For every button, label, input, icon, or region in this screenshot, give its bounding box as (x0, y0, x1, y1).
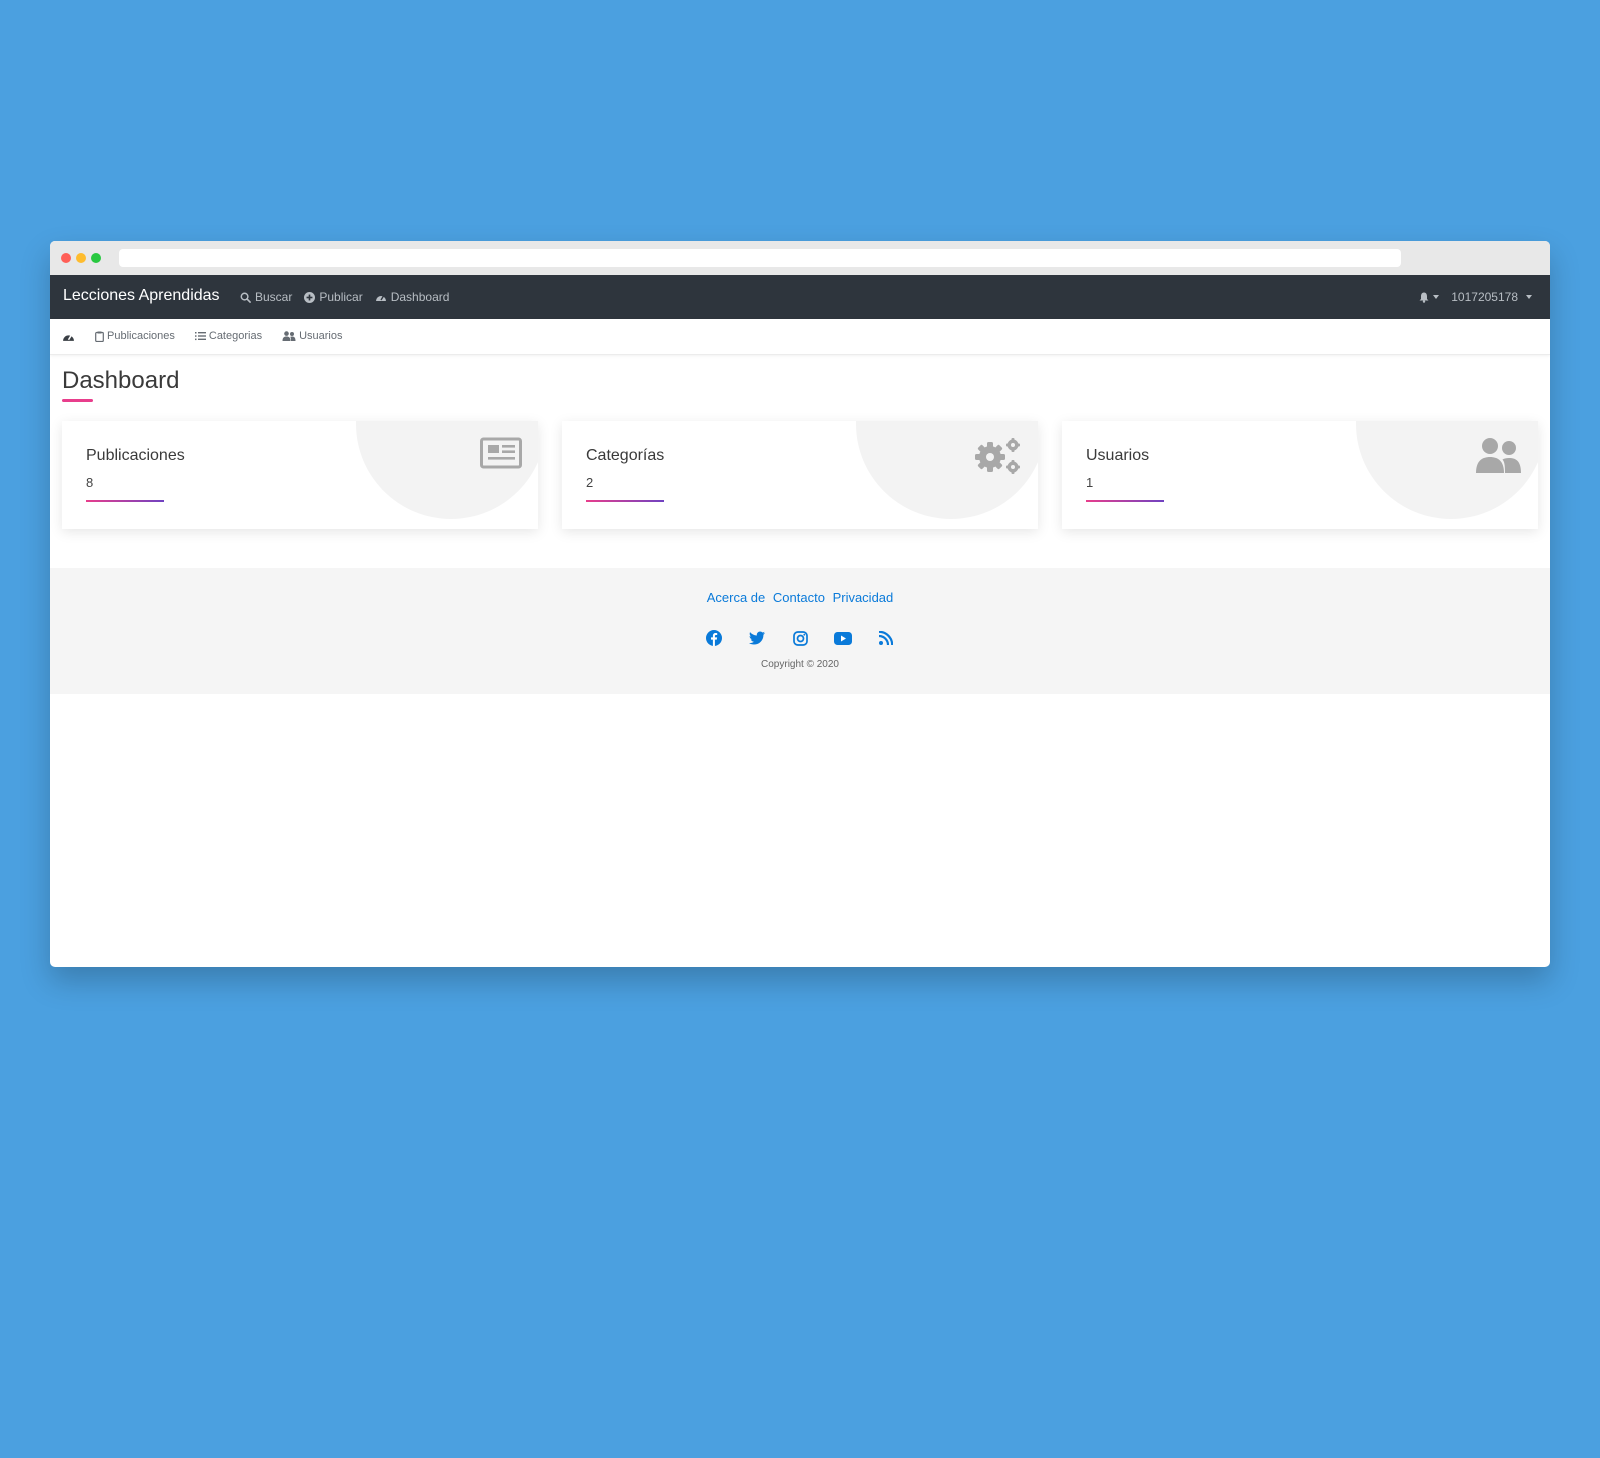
maximize-window-button[interactable] (91, 253, 101, 263)
rss-icon[interactable] (877, 629, 895, 647)
chevron-down-icon (1526, 295, 1532, 299)
subnav-label: Publicaciones (107, 330, 175, 342)
nav-link-publicar[interactable]: Publicar (304, 290, 363, 304)
instagram-icon[interactable] (791, 629, 809, 647)
card-accent-bar (1086, 500, 1164, 502)
subnav-categorias[interactable]: Categorias (194, 330, 263, 342)
social-links (50, 629, 1550, 647)
users-icon (282, 331, 296, 341)
secondary-nav: Publicaciones Categorias Usuarios (50, 319, 1550, 355)
user-dropdown[interactable]: 1017205178 (1451, 290, 1532, 304)
clipboard-icon (95, 331, 104, 342)
tachometer-icon (375, 295, 386, 301)
stat-card-publicaciones[interactable]: Publicaciones 8 (62, 421, 538, 529)
list-icon (194, 332, 206, 341)
card-value: 2 (586, 475, 594, 490)
minimize-window-button[interactable] (76, 253, 86, 263)
card-accent-bar (86, 500, 164, 502)
nav-link-label: Dashboard (390, 290, 450, 304)
browser-chrome (50, 241, 1550, 275)
nav-link-label: Publicar (319, 290, 363, 304)
top-navbar: Lecciones Aprendidas Buscar Publicar Das… (50, 275, 1550, 319)
search-icon (240, 292, 251, 303)
footer-links: Acerca de Contacto Privacidad (50, 590, 1550, 605)
copyright-text: Copyright © 2020 (761, 659, 839, 670)
subnav-label: Usuarios (299, 330, 343, 342)
twitter-icon[interactable] (748, 629, 766, 647)
nav-link-dashboard[interactable]: Dashboard (375, 290, 450, 304)
bell-icon (1419, 292, 1429, 303)
footer-link-contacto[interactable]: Contacto (773, 590, 825, 605)
users-icon (1476, 438, 1521, 473)
newspaper-icon (480, 437, 522, 469)
plus-circle-icon (304, 291, 316, 303)
subnav-usuarios[interactable]: Usuarios (282, 330, 342, 342)
facebook-icon[interactable] (705, 629, 723, 647)
stat-card-usuarios[interactable]: Usuarios 1 (1062, 421, 1538, 529)
page-footer: Acerca de Contacto Privacidad Copyright … (50, 568, 1550, 694)
card-title: Publicaciones (86, 447, 185, 464)
card-value: 8 (86, 475, 94, 490)
subnav-publicaciones[interactable]: Publicaciones (95, 330, 175, 342)
username: 1017205178 (1451, 290, 1518, 304)
nav-link-label: Buscar (255, 290, 293, 304)
card-title: Categorías (586, 447, 665, 464)
subnav-label: Categorias (208, 330, 263, 342)
card-value: 1 (1086, 475, 1094, 490)
footer-link-acerca[interactable]: Acerca de (707, 590, 766, 605)
youtube-icon[interactable] (834, 629, 852, 647)
subnav-dashboard[interactable] (62, 331, 75, 342)
footer-link-privacidad[interactable]: Privacidad (833, 590, 894, 605)
card-accent-bar (586, 500, 664, 502)
gears-icon (975, 438, 1020, 474)
browser-window: Lecciones Aprendidas Buscar Publicar Das… (50, 241, 1550, 967)
page-title: Dashboard (62, 367, 180, 394)
navbar-links: Buscar Publicar Dashboard (240, 290, 449, 304)
title-underline (62, 399, 93, 402)
card-title: Usuarios (1086, 447, 1150, 464)
stat-card-categorias[interactable]: Categorías 2 (562, 421, 1038, 529)
navbar-right: 1017205178 (1419, 290, 1532, 304)
notifications-dropdown[interactable] (1419, 292, 1440, 303)
chevron-down-icon (1433, 295, 1440, 299)
nav-link-buscar[interactable]: Buscar (240, 290, 292, 304)
subnav-items: Publicaciones Categorias Usuarios (62, 330, 342, 342)
tachometer-icon (63, 334, 74, 341)
address-bar[interactable] (119, 249, 1401, 267)
close-window-button[interactable] (61, 253, 71, 263)
card-decoration (356, 421, 538, 519)
brand-link[interactable]: Lecciones Aprendidas (63, 287, 220, 305)
